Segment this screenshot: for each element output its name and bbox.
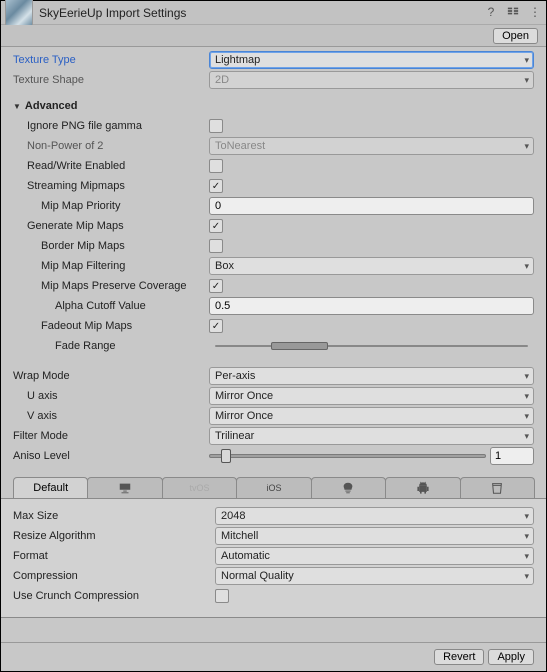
menu-icon[interactable]: ⋮ bbox=[528, 5, 542, 20]
texture-type-select[interactable]: Lightmap bbox=[209, 51, 534, 69]
resize-algorithm-label: Resize Algorithm bbox=[13, 530, 215, 542]
lumin-icon bbox=[341, 481, 355, 495]
preserve-coverage-checkbox[interactable]: ✓ bbox=[209, 279, 223, 293]
preset-icon[interactable] bbox=[506, 5, 520, 20]
readwrite-label: Read/Write Enabled bbox=[13, 160, 209, 172]
generate-mipmaps-checkbox[interactable]: ✓ bbox=[209, 219, 223, 233]
border-mipmaps-label: Border Mip Maps bbox=[13, 240, 209, 252]
texture-type-label: Texture Type bbox=[13, 54, 209, 66]
wrap-mode-label: Wrap Mode bbox=[13, 370, 209, 382]
fadeout-mipmaps-checkbox[interactable]: ✓ bbox=[209, 319, 223, 333]
open-button[interactable]: Open bbox=[493, 28, 538, 44]
asset-thumbnail bbox=[5, 0, 33, 27]
max-size-label: Max Size bbox=[13, 510, 215, 522]
u-axis-label: U axis bbox=[13, 390, 209, 402]
advanced-foldout[interactable]: ▼ Advanced bbox=[13, 97, 534, 115]
texture-shape-label: Texture Shape bbox=[13, 74, 209, 86]
texture-shape-select: 2D bbox=[209, 71, 534, 89]
ignore-png-checkbox[interactable] bbox=[209, 119, 223, 133]
tab-ios[interactable]: iOS bbox=[236, 477, 311, 498]
tab-standalone[interactable] bbox=[87, 477, 162, 498]
inspector-header: SkyEerieUp Import Settings ? ⋮ bbox=[1, 1, 546, 25]
mipmap-priority-label: Mip Map Priority bbox=[13, 200, 209, 212]
compression-select[interactable]: Normal Quality bbox=[215, 567, 534, 585]
filter-mode-select[interactable]: Trilinear bbox=[209, 427, 534, 445]
wrap-mode-select[interactable]: Per-axis bbox=[209, 367, 534, 385]
readwrite-checkbox[interactable] bbox=[209, 159, 223, 173]
crunch-label: Use Crunch Compression bbox=[13, 590, 215, 602]
help-icon[interactable]: ? bbox=[484, 5, 498, 20]
aniso-input[interactable] bbox=[490, 447, 534, 465]
webgl-icon bbox=[490, 481, 504, 495]
mipmap-priority-input[interactable] bbox=[209, 197, 534, 215]
format-select[interactable]: Automatic bbox=[215, 547, 534, 565]
max-size-select[interactable]: 2048 bbox=[215, 507, 534, 525]
mipmap-filtering-label: Mip Map Filtering bbox=[13, 260, 209, 272]
generate-mipmaps-label: Generate Mip Maps bbox=[13, 220, 209, 232]
tab-android[interactable] bbox=[385, 477, 460, 498]
revert-button[interactable]: Revert bbox=[434, 649, 484, 665]
alpha-cutoff-label: Alpha Cutoff Value bbox=[13, 300, 209, 312]
format-label: Format bbox=[13, 550, 215, 562]
v-axis-select[interactable]: Mirror Once bbox=[209, 407, 534, 425]
asset-title: SkyEerieUp Import Settings bbox=[39, 6, 484, 20]
tab-default[interactable]: Default bbox=[13, 477, 88, 498]
platform-tabs: Default tvOS iOS bbox=[1, 477, 546, 499]
crunch-checkbox[interactable] bbox=[215, 589, 229, 603]
streaming-mipmaps-label: Streaming Mipmaps bbox=[13, 180, 209, 192]
preserve-coverage-label: Mip Maps Preserve Coverage bbox=[13, 280, 209, 292]
alpha-cutoff-input[interactable] bbox=[209, 297, 534, 315]
fade-range-label: Fade Range bbox=[13, 340, 209, 352]
u-axis-select[interactable]: Mirror Once bbox=[209, 387, 534, 405]
streaming-mipmaps-checkbox[interactable]: ✓ bbox=[209, 179, 223, 193]
border-mipmaps-checkbox[interactable] bbox=[209, 239, 223, 253]
fadeout-mipmaps-label: Fadeout Mip Maps bbox=[13, 320, 209, 332]
tab-webgl[interactable] bbox=[460, 477, 535, 498]
monitor-icon bbox=[118, 481, 132, 495]
aniso-slider[interactable] bbox=[209, 454, 486, 458]
v-axis-label: V axis bbox=[13, 410, 209, 422]
fade-range-slider[interactable] bbox=[209, 337, 534, 355]
aniso-level-label: Aniso Level bbox=[13, 450, 209, 462]
ignore-png-label: Ignore PNG file gamma bbox=[13, 120, 209, 132]
tab-tvos[interactable]: tvOS bbox=[162, 477, 237, 498]
platform-panel: Max Size 2048 Resize Algorithm Mitchell … bbox=[1, 499, 546, 618]
tab-lumin[interactable] bbox=[311, 477, 386, 498]
apply-button[interactable]: Apply bbox=[488, 649, 534, 665]
resize-algorithm-select[interactable]: Mitchell bbox=[215, 527, 534, 545]
foldout-arrow-icon: ▼ bbox=[13, 102, 21, 111]
mipmap-filtering-select[interactable]: Box bbox=[209, 257, 534, 275]
npot-label: Non-Power of 2 bbox=[13, 140, 209, 152]
filter-mode-label: Filter Mode bbox=[13, 430, 209, 442]
compression-label: Compression bbox=[13, 570, 215, 582]
npot-select: ToNearest bbox=[209, 137, 534, 155]
footer: Revert Apply bbox=[1, 642, 546, 671]
open-row: Open bbox=[1, 25, 546, 47]
android-icon bbox=[416, 481, 430, 495]
